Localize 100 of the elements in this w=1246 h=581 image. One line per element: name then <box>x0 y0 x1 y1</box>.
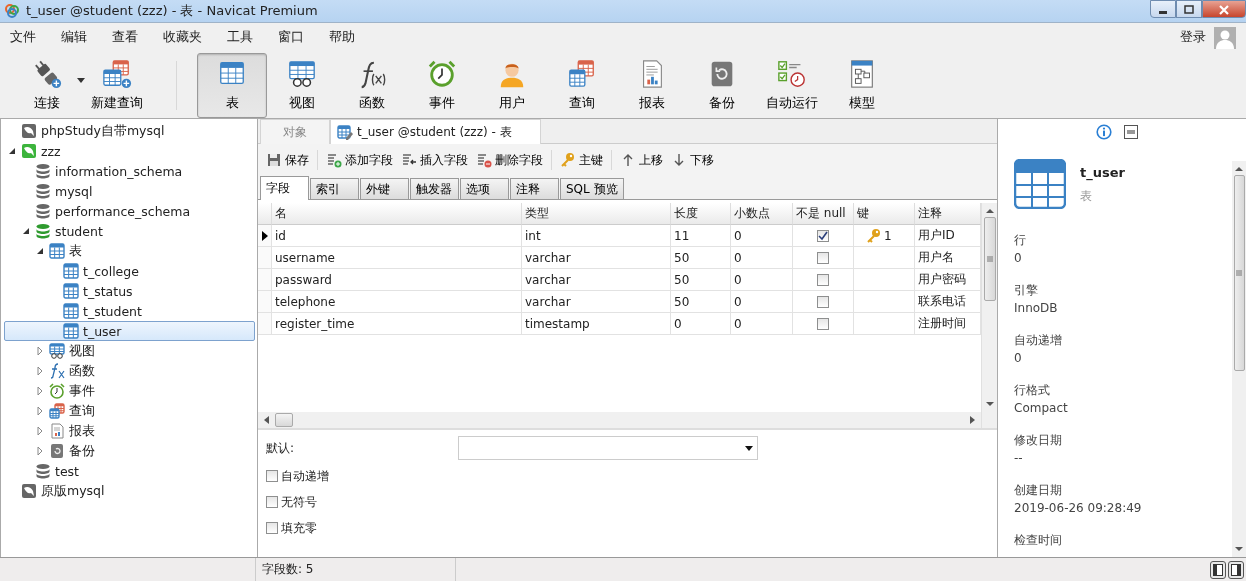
vertical-scrollbar[interactable] <box>981 203 997 428</box>
menu-item[interactable]: 文件 <box>10 26 36 48</box>
tree-item[interactable]: 备份 <box>4 441 255 461</box>
collapse-arrow-icon[interactable] <box>7 146 17 156</box>
expand-arrow-icon[interactable] <box>35 346 45 356</box>
checkbox-option[interactable]: 自动递增 <box>266 466 989 486</box>
panel-right-button[interactable] <box>1228 560 1244 579</box>
column-header[interactable]: 不是 null <box>793 203 854 225</box>
checkbox[interactable] <box>817 251 829 264</box>
scroll-right-icon[interactable] <box>970 416 975 424</box>
tab[interactable]: 注释 <box>510 178 559 199</box>
scroll-up-icon[interactable] <box>1235 165 1243 173</box>
tab[interactable]: 外键 <box>360 178 409 199</box>
tree-item[interactable]: 表 <box>4 241 255 261</box>
toolbar-button[interactable]: 表 <box>197 53 267 118</box>
toolbar-button[interactable]: 主键 <box>556 149 607 171</box>
tree-item[interactable]: student <box>4 221 255 241</box>
tree-item[interactable]: t_college <box>4 261 255 281</box>
tree-item[interactable]: t_status <box>4 281 255 301</box>
checkbox[interactable] <box>266 522 278 534</box>
toolbar-button[interactable]: 用户 <box>477 53 547 118</box>
tree-item[interactable]: t_user <box>4 321 255 341</box>
tree-item[interactable]: 函数 <box>4 361 255 381</box>
checkbox[interactable] <box>817 317 829 330</box>
toolbar-button[interactable]: 下移 <box>667 149 718 171</box>
menu-item[interactable]: 工具 <box>227 26 253 48</box>
tab[interactable]: 字段 <box>260 176 309 200</box>
scrollbar-thumb[interactable] <box>1233 175 1245 371</box>
column-header[interactable]: 小数点 <box>731 203 793 225</box>
scrollbar-thumb[interactable] <box>983 217 996 301</box>
dropdown-caret-icon[interactable] <box>745 445 753 451</box>
toolbar-button[interactable]: 事件 <box>407 53 477 118</box>
expand-arrow-icon[interactable] <box>35 426 45 436</box>
document-tab[interactable]: t_user @student (zzz) - 表 <box>330 119 541 144</box>
menu-item[interactable]: 查看 <box>112 26 138 48</box>
scroll-up-icon[interactable] <box>985 207 994 215</box>
checkbox-option[interactable]: 填充零 <box>266 518 989 538</box>
toolbar-button[interactable]: 上移 <box>616 149 667 171</box>
menu-item[interactable]: 窗口 <box>278 26 304 48</box>
menu-item[interactable]: 收藏夹 <box>163 26 202 48</box>
column-header[interactable]: 注释 <box>915 203 981 225</box>
toolbar-button[interactable]: 备份 <box>687 53 757 118</box>
column-header[interactable]: 名 <box>272 203 522 225</box>
toolbar-button[interactable]: 函数 <box>337 53 407 118</box>
menu-item[interactable]: 帮助 <box>329 26 355 48</box>
panel-left-button[interactable] <box>1210 560 1226 579</box>
tree-item[interactable]: phpStudy自带mysql <box>4 121 255 141</box>
scroll-left-icon[interactable] <box>264 416 269 424</box>
maximize-button[interactable] <box>1176 0 1202 18</box>
scroll-down-icon[interactable] <box>985 400 994 408</box>
tab[interactable]: SQL 预览 <box>560 178 624 199</box>
tree-item[interactable]: 视图 <box>4 341 255 361</box>
login-link[interactable]: 登录 <box>1180 26 1206 48</box>
checkbox[interactable] <box>266 470 278 482</box>
row-header[interactable] <box>258 225 272 247</box>
tree-item[interactable]: performance_schema <box>4 201 255 221</box>
tree-item[interactable]: 事件 <box>4 381 255 401</box>
checkbox-option[interactable]: 无符号 <box>266 492 989 512</box>
toolbar-button[interactable]: 连接 <box>12 53 82 118</box>
tree-item[interactable]: zzz <box>4 141 255 161</box>
menu-item[interactable]: 编辑 <box>61 26 87 48</box>
column-header[interactable]: 类型 <box>522 203 671 225</box>
collapse-arrow-icon[interactable] <box>35 246 45 256</box>
expand-arrow-icon[interactable] <box>35 446 45 456</box>
tree-item[interactable]: test <box>4 461 255 481</box>
checkbox[interactable] <box>817 273 829 286</box>
column-header[interactable]: 键 <box>854 203 915 225</box>
toolbar-button[interactable]: 自动运行 <box>757 53 827 118</box>
toolbar-button[interactable]: 模型 <box>827 53 897 118</box>
toolbar-button[interactable]: 保存 <box>262 149 313 171</box>
checkbox[interactable] <box>817 295 829 308</box>
expand-arrow-icon[interactable] <box>35 386 45 396</box>
tree-item[interactable]: 原版mysql <box>4 481 255 501</box>
tree-item[interactable]: mysql <box>4 181 255 201</box>
expand-arrow-icon[interactable] <box>35 406 45 416</box>
scroll-down-icon[interactable] <box>1235 545 1243 553</box>
tab[interactable]: 索引 <box>310 178 359 199</box>
column-header[interactable]: 长度 <box>671 203 731 225</box>
toolbar-button[interactable]: 新建查询 <box>82 53 152 118</box>
close-button[interactable] <box>1202 0 1246 18</box>
checkbox[interactable] <box>266 496 278 508</box>
collapse-arrow-icon[interactable] <box>21 226 31 236</box>
tab[interactable]: 触发器 <box>410 178 459 199</box>
tab[interactable]: 选项 <box>460 178 509 199</box>
toolbar-button[interactable]: 删除字段 <box>472 149 547 171</box>
expand-arrow-icon[interactable] <box>35 366 45 376</box>
toolbar-button[interactable]: 添加字段 <box>322 149 397 171</box>
toolbar-button[interactable]: 查询 <box>547 53 617 118</box>
horizontal-scrollbar[interactable] <box>258 412 981 428</box>
tree-item[interactable]: 查询 <box>4 401 255 421</box>
tree-item[interactable]: t_student <box>4 301 255 321</box>
checkbox[interactable] <box>817 229 829 242</box>
toolbar-button[interactable]: 插入字段 <box>397 149 472 171</box>
minimize-button[interactable] <box>1150 0 1176 18</box>
tree-item[interactable]: 报表 <box>4 421 255 441</box>
tree-item[interactable]: information_schema <box>4 161 255 181</box>
toolbar-button[interactable]: 视图 <box>267 53 337 118</box>
toolbar-button[interactable]: 报表 <box>617 53 687 118</box>
scrollbar-thumb[interactable] <box>275 413 293 427</box>
vertical-scrollbar[interactable] <box>1232 161 1246 557</box>
